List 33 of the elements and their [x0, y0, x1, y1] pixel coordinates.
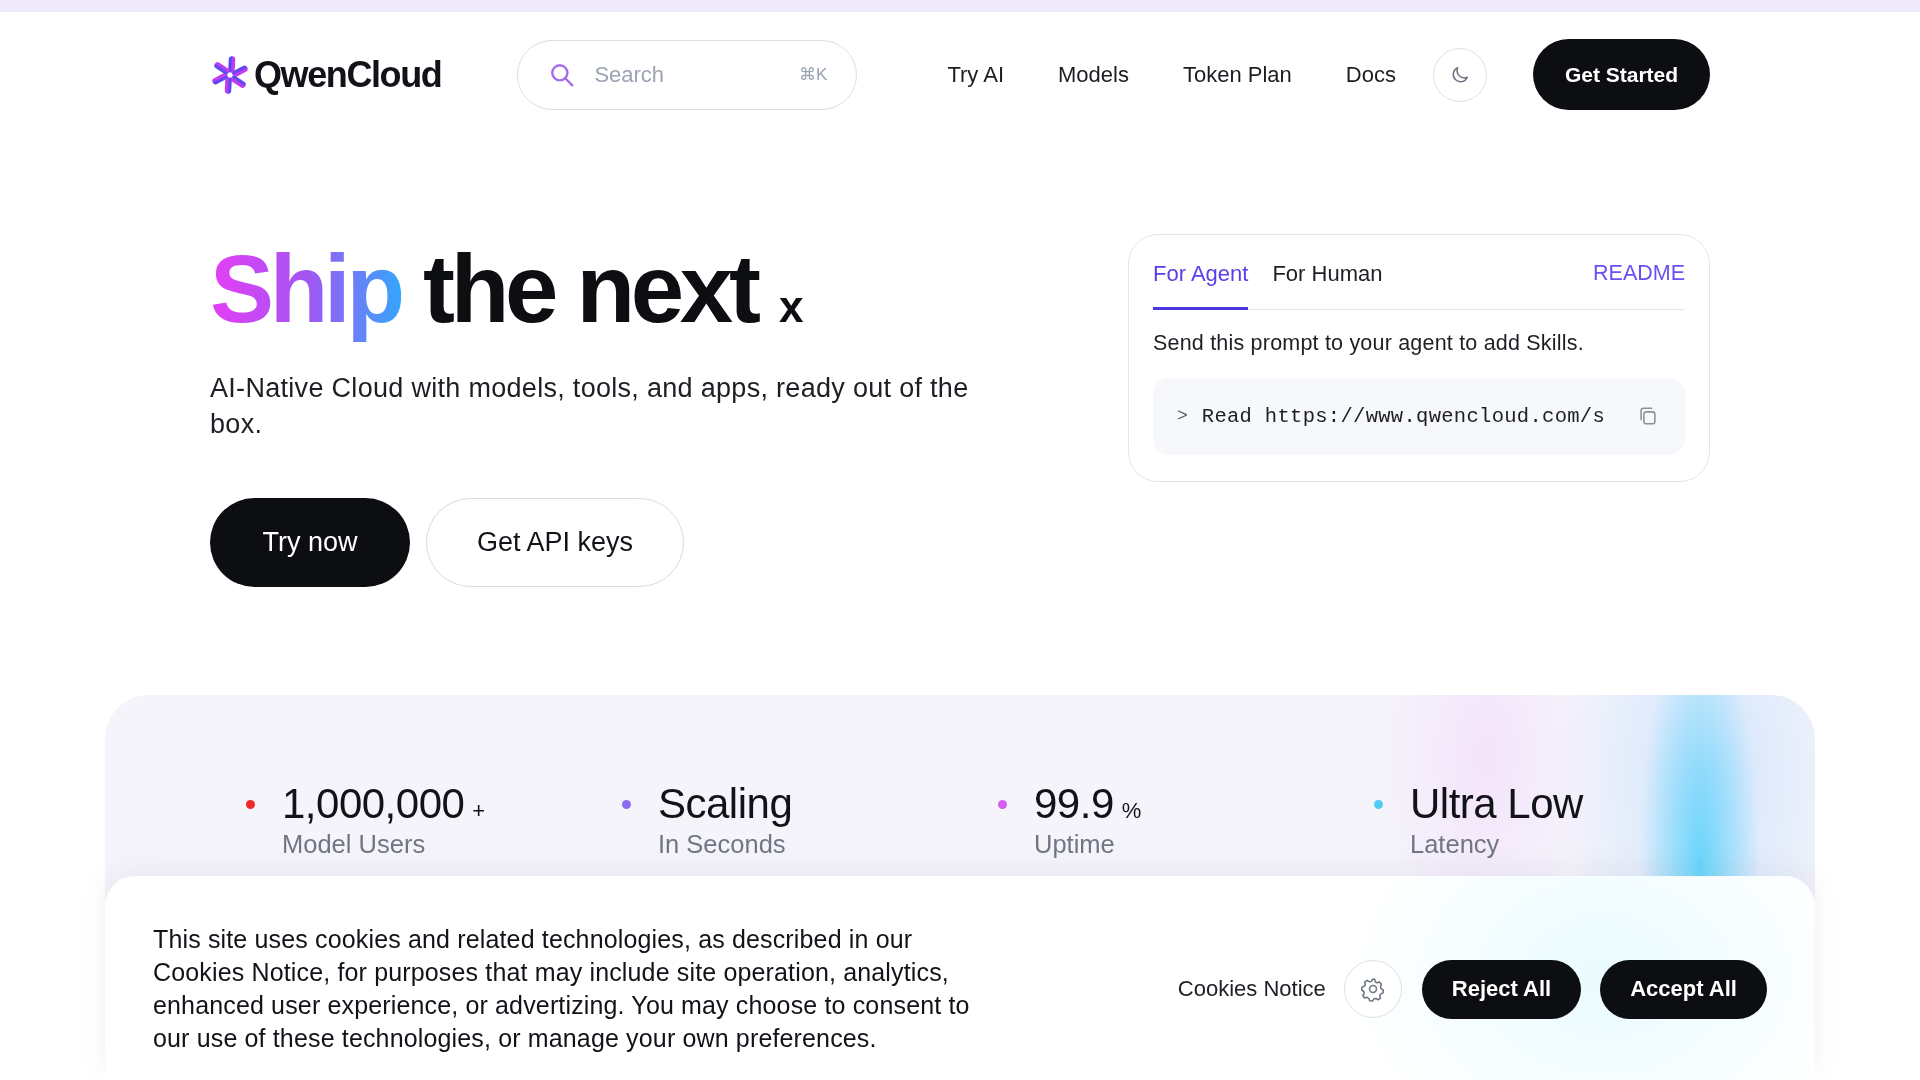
stat-label: Latency — [1410, 829, 1501, 859]
stat-label: Model Users — [282, 829, 427, 859]
get-started-button[interactable]: Get Started — [1533, 39, 1710, 110]
stat-value: Scaling — [658, 781, 793, 827]
shortcut-hint: ⌘K — [799, 63, 828, 86]
cookies-notice-link[interactable]: Cookies Notice — [1177, 976, 1326, 1002]
prompt-description: Send this prompt to your agent to add Skills. — [1153, 329, 1585, 356]
stat-label: In Seconds — [658, 829, 787, 859]
prompt-marker: > — [1177, 406, 1188, 426]
tab[interactable]: For Human — [1272, 253, 1383, 310]
cookie-notice-text: This site uses cookies and related technologies, as described in our Cookies Notice, for purposes that may include site operation, analytics, enhanced user experience, or advertizing. You may choose to consent to our use of these technologies, or manage your own preferences. — [153, 924, 971, 1054]
logo[interactable]: QwenCloud — [210, 53, 442, 96]
settings-icon — [1359, 976, 1386, 1002]
stat-value: 99.9 % — [1034, 781, 1142, 827]
nav-link[interactable]: Token Plan — [1182, 61, 1292, 88]
stat-label: Uptime — [1034, 829, 1116, 859]
nav-link[interactable]: Models — [1058, 61, 1129, 88]
api-keys-button[interactable]: Get API keys — [426, 498, 684, 587]
stat-value: 1,000,000 + — [282, 781, 486, 827]
stat-value: Ultra Low — [1410, 781, 1583, 827]
search-icon — [549, 61, 576, 88]
tab[interactable]: For Agent — [1153, 253, 1249, 310]
asterisk-logo-icon — [210, 54, 250, 95]
hero-heading: Ship the next x — [210, 239, 805, 344]
nav-link[interactable]: Docs — [1345, 61, 1396, 88]
hero-subtitle: AI-Native Cloud with models, tools, and apps, ready out of the box. — [210, 372, 970, 441]
cookie-choice-button[interactable]: Accept All — [1600, 959, 1767, 1019]
readme-link[interactable]: README — [1593, 260, 1685, 309]
try-now-button[interactable]: Try now — [210, 498, 410, 587]
nav-link[interactable]: Try AI — [947, 61, 1005, 88]
cookie-choice-button[interactable]: Reject All — [1421, 959, 1582, 1019]
prompt-text: Read https://www.qwencloud.com/s — [1201, 404, 1606, 428]
copy-icon[interactable] — [1637, 405, 1659, 427]
